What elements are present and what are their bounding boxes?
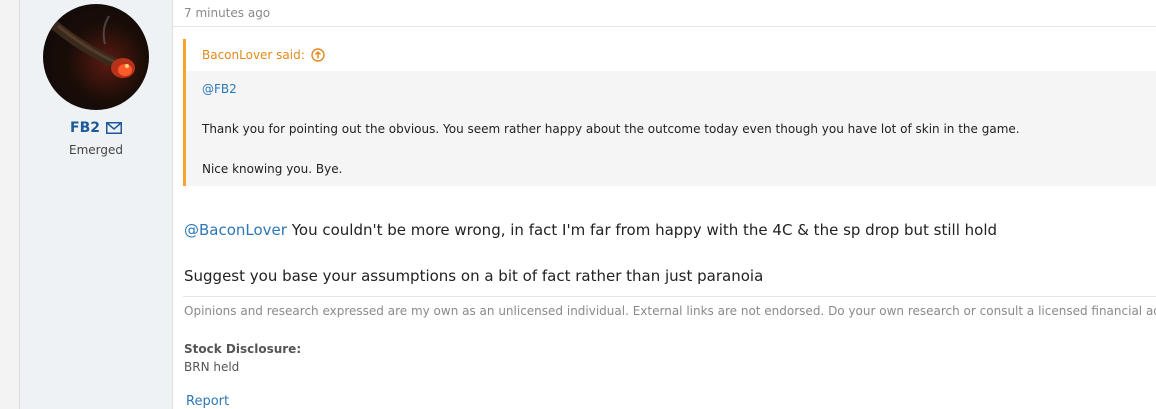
quote-author-label: BaconLover said: bbox=[202, 48, 305, 62]
signature-divider bbox=[183, 296, 1156, 297]
page-left-gutter bbox=[0, 0, 20, 409]
quote-text-line2: Nice knowing you. Bye. bbox=[202, 162, 343, 176]
envelope-icon[interactable] bbox=[105, 122, 122, 138]
header-divider bbox=[173, 26, 1156, 27]
arrow-up-circle-icon[interactable] bbox=[311, 48, 325, 65]
signature-disclaimer: Opinions and research expressed are my o… bbox=[184, 304, 1156, 318]
report-link[interactable]: Report bbox=[186, 394, 229, 409]
quote-block: BaconLover said: @FB2 Thank you for poin… bbox=[183, 39, 1156, 186]
reply-mention-link[interactable]: @BaconLover bbox=[184, 221, 287, 239]
reply-line1: @BaconLover You couldn't be more wrong, … bbox=[184, 221, 997, 239]
user-title: Emerged bbox=[69, 143, 123, 157]
reply-line2: Suggest you base your assumptions on a b… bbox=[184, 267, 764, 285]
quote-header: BaconLover said: bbox=[186, 39, 1156, 71]
reply-line1-text: You couldn't be more wrong, in fact I'm … bbox=[286, 221, 998, 239]
username-link[interactable]: FB2 bbox=[70, 120, 100, 136]
quote-author[interactable]: BaconLover said: bbox=[202, 48, 325, 65]
avatar-image bbox=[48, 15, 135, 78]
stock-disclosure-value: BRN held bbox=[184, 360, 240, 374]
post-timestamp[interactable]: 7 minutes ago bbox=[184, 6, 270, 20]
stock-disclosure-label: Stock Disclosure: bbox=[184, 342, 302, 356]
post-main: 7 minutes ago BaconLover said: @FB2 Than… bbox=[173, 0, 1156, 409]
username-row: FB2 bbox=[20, 120, 172, 138]
quote-text-line1: Thank you for pointing out the obvious. … bbox=[202, 122, 1020, 136]
post-user-panel: FB2 Emerged bbox=[20, 0, 173, 409]
user-avatar[interactable] bbox=[43, 4, 149, 110]
quote-mention-link[interactable]: @FB2 bbox=[202, 82, 237, 96]
